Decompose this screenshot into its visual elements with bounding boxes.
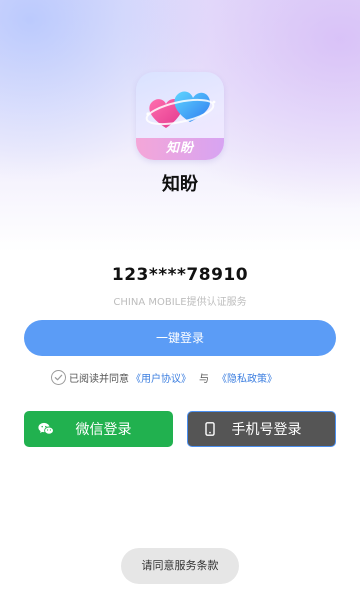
agreement-conjunction: 与 xyxy=(199,373,209,385)
wechat-login-button[interactable]: 微信登录 xyxy=(24,411,173,447)
privacy-policy-link[interactable]: 《隐私政策》 xyxy=(217,370,277,385)
app-name: 知盼 xyxy=(162,174,198,195)
user-agreement-link[interactable]: 《用户协议》 xyxy=(131,370,191,385)
toast-message: 请同意服务条款 xyxy=(121,548,239,584)
wechat-login-label: 微信登录 xyxy=(75,422,132,438)
auth-provider-text: CHINA MOBILE提供认证服务 xyxy=(113,297,247,308)
app-logo: 知盼 xyxy=(136,72,224,160)
one-click-login-button[interactable]: 一键登录 xyxy=(24,320,336,356)
mobile-phone-icon xyxy=(202,421,218,437)
agreement-row: 已阅读并同意 《用户协议》 与 《隐私政策》 xyxy=(51,368,279,386)
phone-login-button[interactable]: 手机号登录 xyxy=(187,411,336,447)
agreement-checkbox[interactable] xyxy=(51,369,66,385)
app-logo-wordmark: 知盼 xyxy=(136,138,224,160)
agreement-prefix: 已阅读并同意 xyxy=(69,373,129,385)
check-icon xyxy=(54,374,63,380)
phone-login-label: 手机号登录 xyxy=(231,422,302,438)
masked-phone-number: 123****78910 xyxy=(111,265,249,285)
wechat-icon xyxy=(38,421,54,437)
